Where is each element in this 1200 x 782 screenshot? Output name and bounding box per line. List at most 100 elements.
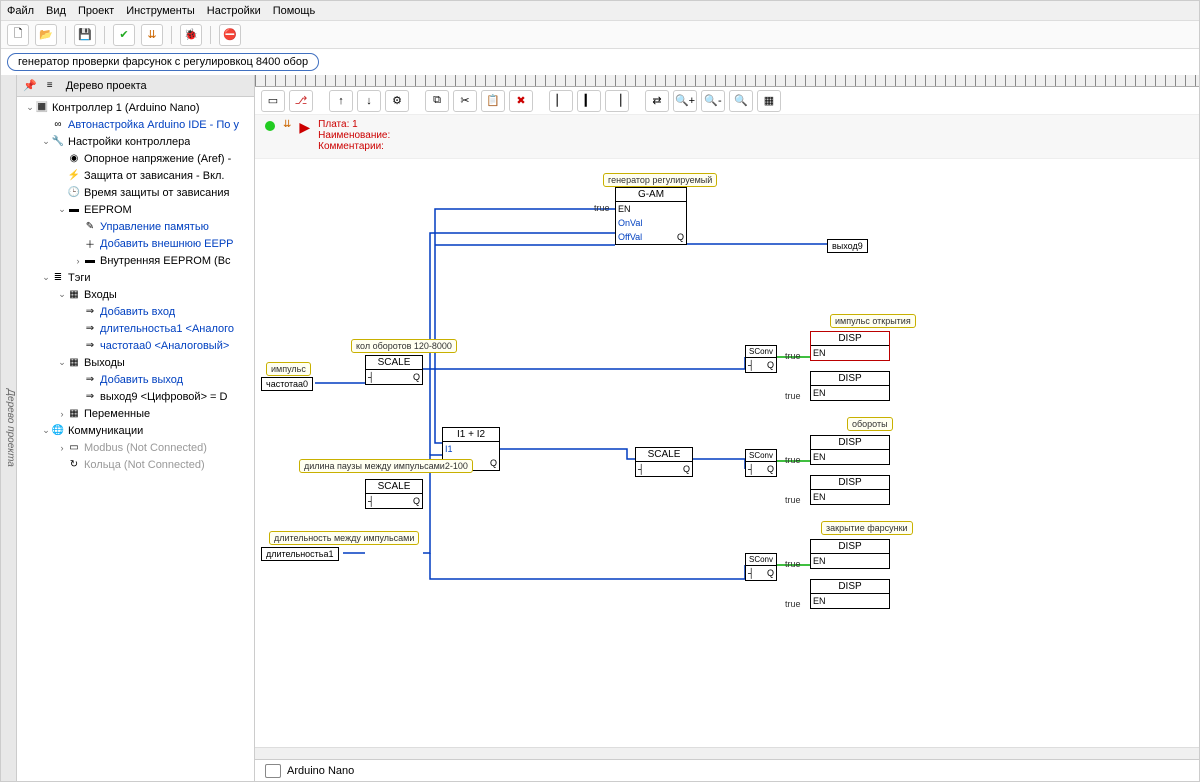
tree-node[interactable]: ⌄🔳Контроллер 1 (Arduino Nano) (17, 99, 254, 116)
tree-node[interactable]: ＋Добавить внешнюю EEPР (17, 235, 254, 252)
pin-icon[interactable]: 📌 (23, 79, 37, 92)
tree-node[interactable]: ✎Управление памятью (17, 218, 254, 235)
block-disp-2a[interactable]: DISP EN (810, 435, 890, 465)
menu-file[interactable]: Файл (7, 5, 34, 17)
zoom-fit-button[interactable]: 🔍 (729, 90, 753, 112)
grid-button[interactable]: ▦ (757, 90, 781, 112)
annotation-tag[interactable]: импульс открытия (830, 314, 916, 328)
block-sconv-2[interactable]: SConv ┤Q (745, 449, 777, 477)
tree-node[interactable]: ›▬Внутренняя EEPROM (Вс (17, 252, 254, 269)
annotation-tag[interactable]: закрытие фарсунки (821, 521, 913, 535)
menu-tools[interactable]: Инструменты (126, 5, 195, 17)
block-disp-2b[interactable]: DISP EN (810, 475, 890, 505)
tree-node[interactable]: ›▦Переменные (17, 405, 254, 422)
zoom-out-button[interactable]: 🔍- (701, 90, 725, 112)
annotation-tag[interactable]: импульс (266, 362, 311, 376)
check-button[interactable]: ✔ (113, 24, 135, 46)
annotation-tag[interactable]: длительность между импульсами (269, 531, 419, 545)
twisty-icon[interactable]: › (73, 256, 83, 266)
cut-button[interactable]: ✂ (453, 90, 477, 112)
port-en: EN (813, 348, 826, 358)
tree-node[interactable]: ∞Автонастройка Arduino IDE - По у (17, 116, 254, 133)
move-up-button[interactable]: ↑ (329, 90, 353, 112)
block-disp-3a[interactable]: DISP EN (810, 539, 890, 569)
twisty-icon[interactable]: ⌄ (57, 204, 67, 215)
io-terminal[interactable]: частотаа0 (261, 377, 313, 391)
align-right-button[interactable]: ▕ (605, 90, 629, 112)
menu-settings[interactable]: Настройки (207, 5, 261, 17)
tree-node[interactable]: ›▭Modbus (Not Connected) (17, 439, 254, 456)
twisty-icon[interactable]: ⌄ (57, 289, 67, 300)
paste-button[interactable]: 📋 (481, 90, 505, 112)
tree-node[interactable]: ⇒Добавить вход (17, 303, 254, 320)
align-left-button[interactable]: ▏ (549, 90, 573, 112)
tree-node[interactable]: ⚡Защита от зависания - Вкл. (17, 167, 254, 184)
stop-button[interactable]: ⛔ (219, 24, 241, 46)
tree-node[interactable]: ⇒выход9 <Цифровой> = D (17, 388, 254, 405)
io-terminal[interactable]: длительностьа1 (261, 547, 339, 561)
annotation-tag[interactable]: кол оборотов 120-8000 (351, 339, 457, 353)
share-button[interactable]: ⇄ (645, 90, 669, 112)
upload-button[interactable]: ⇊ (141, 24, 163, 46)
tree-node[interactable]: ↻Кольца (Not Connected) (17, 456, 254, 473)
block-scale-3[interactable]: SCALE ┤Q (365, 479, 423, 509)
delete-button[interactable]: ✖ (509, 90, 533, 112)
open-button[interactable]: 📂 (35, 24, 57, 46)
diagram-canvas[interactable]: G-AM EN OnVal OffValQ SCALE ┤Q I1 + I2 I… (255, 159, 1195, 739)
block-disp-1a[interactable]: DISP EN (810, 331, 890, 361)
project-tree[interactable]: ⌄🔳Контроллер 1 (Arduino Nano)∞Автонастро… (17, 97, 254, 781)
twisty-icon[interactable]: ⌄ (41, 136, 51, 147)
block-sconv-3[interactable]: SConv ┤Q (745, 553, 777, 581)
tree-node[interactable]: ◉Опорное напряжение (Aref) - (17, 150, 254, 167)
save-button[interactable]: 💾 (74, 24, 96, 46)
twisty-icon[interactable]: ⌄ (57, 357, 67, 368)
tree-node[interactable]: ⇒частотаа0 <Аналоговый> (17, 337, 254, 354)
block-scale-1[interactable]: SCALE ┤Q (365, 355, 423, 385)
block-title: I1 + I2 (443, 428, 499, 442)
twisty-icon[interactable]: ⌄ (41, 425, 51, 436)
twisty-icon[interactable]: › (57, 443, 67, 453)
true-constant: true (785, 455, 801, 465)
port-q: Q (767, 360, 774, 370)
diagram-scroll[interactable]: G-AM EN OnVal OffValQ SCALE ┤Q I1 + I2 I… (255, 159, 1199, 747)
twisty-icon[interactable]: ⌄ (25, 102, 35, 113)
settings-icon[interactable]: ⚙ (385, 90, 409, 112)
board-label: Плата: (318, 119, 349, 130)
block-disp-3b[interactable]: DISP EN (810, 579, 890, 609)
move-down-button[interactable]: ↓ (357, 90, 381, 112)
tree-node[interactable]: ⌄▦Выходы (17, 354, 254, 371)
menu-view[interactable]: Вид (46, 5, 66, 17)
annotation-tag[interactable]: генератор регулируемый (603, 173, 717, 187)
tree-node[interactable]: ⌄🔧Настройки контроллера (17, 133, 254, 150)
twisty-icon[interactable]: › (57, 409, 67, 419)
annotation-tag[interactable]: дилина паузы между импульсами2-100 (299, 459, 473, 473)
debug-button[interactable]: 🐞 (180, 24, 202, 46)
tree-node[interactable]: ⌄≣Тэги (17, 269, 254, 286)
copy-button[interactable]: ⧉ (425, 90, 449, 112)
tree-node[interactable]: ⌄🌐Коммуникации (17, 422, 254, 439)
tree-node[interactable]: 🕒Время защиты от зависания (17, 184, 254, 201)
horizontal-scrollbar[interactable] (255, 747, 1199, 759)
sidebar-vertical-tab[interactable]: Дерево проекта (1, 75, 17, 781)
add-block-button[interactable]: ▭ (261, 90, 285, 112)
align-center-button[interactable]: ▎ (577, 90, 601, 112)
io-terminal[interactable]: выход9 (827, 239, 868, 253)
block-title: SConv (746, 346, 776, 358)
tree-node[interactable]: ⇒Добавить выход (17, 371, 254, 388)
new-button[interactable]: 🗋 (7, 24, 29, 46)
menu-help[interactable]: Помощь (273, 5, 316, 17)
add-branch-button[interactable]: ⎇ (289, 90, 313, 112)
project-name-field[interactable]: генератор проверки фарсунок с регулировк… (7, 53, 319, 71)
twisty-icon[interactable]: ⌄ (41, 272, 51, 283)
block-gam[interactable]: G-AM EN OnVal OffValQ (615, 187, 687, 245)
tree-node[interactable]: ⌄▦Входы (17, 286, 254, 303)
zoom-in-button[interactable]: 🔍+ (673, 90, 697, 112)
tree-node[interactable]: ⌄▬EEPROM (17, 201, 254, 218)
block-scale-2[interactable]: SCALE ┤Q (635, 447, 693, 477)
node-label: Modbus (Not Connected) (84, 442, 207, 454)
menu-project[interactable]: Проект (78, 5, 114, 17)
block-disp-1b[interactable]: DISP EN (810, 371, 890, 401)
tree-node[interactable]: ⇒длительностьа1 <Аналого (17, 320, 254, 337)
block-sconv-1[interactable]: SConv ┤Q (745, 345, 777, 373)
annotation-tag[interactable]: обороты (847, 417, 893, 431)
